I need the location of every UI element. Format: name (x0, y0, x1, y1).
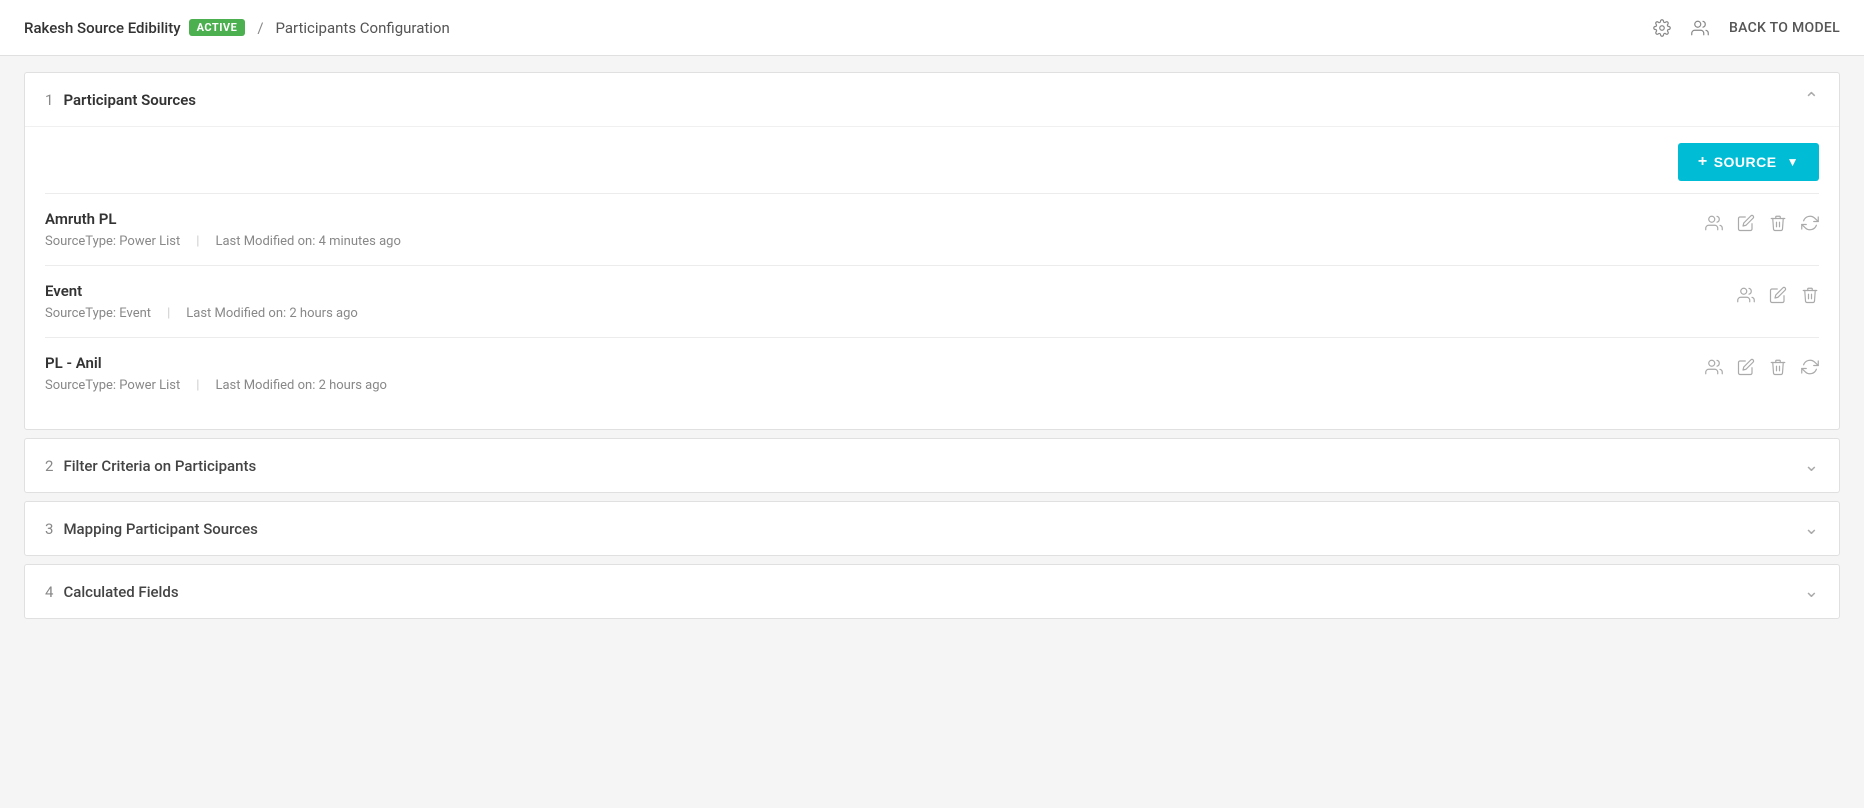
section-1-header[interactable]: 1 Participant Sources ⌃ (25, 73, 1839, 126)
section-4-number: 4 (45, 583, 53, 601)
section-3-title: Mapping Participant Sources (63, 520, 257, 538)
add-source-label: SOURCE (1714, 154, 1777, 170)
app-name: Rakesh Source Edibility (24, 19, 181, 37)
section-participant-sources: 1 Participant Sources ⌃ + SOURCE ▼ Amrut… (24, 72, 1840, 430)
source-meta-amruth-pl: SourceType: Power List | Last Modified o… (45, 234, 1705, 249)
main-content: 1 Participant Sources ⌃ + SOURCE ▼ Amrut… (0, 56, 1864, 635)
edit-icon-amruth-pl[interactable] (1737, 214, 1755, 232)
settings-svg (1653, 19, 1671, 37)
page-name: Participants Configuration (276, 19, 450, 37)
edit-icon-event[interactable] (1769, 286, 1787, 304)
source-info-amruth-pl: Amruth PL SourceType: Power List | Last … (45, 210, 1705, 249)
section-3-header[interactable]: 3 Mapping Participant Sources ⌄ (25, 502, 1839, 555)
section-3-expand-icon[interactable]: ⌄ (1804, 518, 1819, 539)
source-meta-pl-anil: SourceType: Power List | Last Modified o… (45, 378, 1705, 393)
last-modified-amruth-pl: Last Modified on: 4 minutes ago (215, 234, 400, 249)
section-calculated-fields: 4 Calculated Fields ⌄ (24, 564, 1840, 619)
users-icon[interactable] (1691, 19, 1709, 37)
section-4-header-left: 4 Calculated Fields (45, 583, 179, 601)
delete-icon-amruth-pl[interactable] (1769, 214, 1787, 232)
refresh-icon-pl-anil[interactable] (1801, 358, 1819, 376)
source-item-amruth-pl: Amruth PL SourceType: Power List | Last … (45, 193, 1819, 265)
section-4-expand-icon[interactable]: ⌄ (1804, 581, 1819, 602)
dropdown-arrow-icon: ▼ (1787, 155, 1799, 169)
section-4-header[interactable]: 4 Calculated Fields ⌄ (25, 565, 1839, 618)
last-modified-event: Last Modified on: 2 hours ago (186, 306, 358, 321)
section-2-header[interactable]: 2 Filter Criteria on Participants ⌄ (25, 439, 1839, 492)
source-item-pl-anil: PL - Anil SourceType: Power List | Last … (45, 337, 1819, 409)
plus-icon: + (1698, 153, 1708, 171)
edit-icon-pl-anil[interactable] (1737, 358, 1755, 376)
refresh-icon-amruth-pl[interactable] (1801, 214, 1819, 232)
meta-sep-3: | (196, 378, 199, 393)
section-3-header-left: 3 Mapping Participant Sources (45, 520, 258, 538)
section-4-title: Calculated Fields (63, 583, 178, 601)
source-info-pl-anil: PL - Anil SourceType: Power List | Last … (45, 354, 1705, 393)
status-badge: ACTIVE (189, 19, 246, 36)
users-svg (1691, 19, 1709, 37)
section-mapping: 3 Mapping Participant Sources ⌄ (24, 501, 1840, 556)
source-actions-event (1737, 282, 1819, 304)
section-1-body: + SOURCE ▼ Amruth PL SourceType: Power L… (25, 126, 1839, 429)
back-to-model-button[interactable]: BACK TO MODEL (1729, 20, 1840, 36)
page-header: Rakesh Source Edibility ACTIVE / Partici… (0, 0, 1864, 56)
section-1-title: Participant Sources (63, 91, 196, 109)
source-type-amruth-pl: SourceType: Power List (45, 234, 180, 249)
participants-icon-event[interactable] (1737, 286, 1755, 304)
section-filter-criteria: 2 Filter Criteria on Participants ⌄ (24, 438, 1840, 493)
add-source-button[interactable]: + SOURCE ▼ (1678, 143, 1819, 181)
source-meta-event: SourceType: Event | Last Modified on: 2 … (45, 306, 1737, 321)
section-2-title: Filter Criteria on Participants (63, 457, 256, 475)
last-modified-pl-anil: Last Modified on: 2 hours ago (215, 378, 387, 393)
section-1-header-left: 1 Participant Sources (45, 91, 196, 109)
breadcrumb-separator: / (257, 19, 263, 37)
source-name-event: Event (45, 282, 1737, 300)
source-type-pl-anil: SourceType: Power List (45, 378, 180, 393)
breadcrumb: Rakesh Source Edibility ACTIVE / Partici… (24, 19, 450, 37)
section-3-number: 3 (45, 520, 53, 538)
meta-sep-1: | (196, 234, 199, 249)
gear-icon[interactable] (1653, 19, 1671, 37)
source-info-event: Event SourceType: Event | Last Modified … (45, 282, 1737, 321)
section-2-expand-icon[interactable]: ⌄ (1804, 455, 1819, 476)
source-name-pl-anil: PL - Anil (45, 354, 1705, 372)
participants-icon-pl-anil[interactable] (1705, 358, 1723, 376)
header-actions: BACK TO MODEL (1653, 19, 1840, 37)
add-source-row: + SOURCE ▼ (45, 127, 1819, 193)
section-1-number: 1 (45, 91, 53, 109)
source-actions-amruth-pl (1705, 210, 1819, 232)
delete-icon-pl-anil[interactable] (1769, 358, 1787, 376)
delete-icon-event[interactable] (1801, 286, 1819, 304)
section-2-header-left: 2 Filter Criteria on Participants (45, 457, 256, 475)
source-actions-pl-anil (1705, 354, 1819, 376)
section-2-number: 2 (45, 457, 53, 475)
meta-sep-2: | (167, 306, 170, 321)
section-1-collapse-icon[interactable]: ⌃ (1804, 89, 1819, 110)
source-type-event: SourceType: Event (45, 306, 151, 321)
source-item-event: Event SourceType: Event | Last Modified … (45, 265, 1819, 337)
participants-icon-amruth-pl[interactable] (1705, 214, 1723, 232)
source-name-amruth-pl: Amruth PL (45, 210, 1705, 228)
